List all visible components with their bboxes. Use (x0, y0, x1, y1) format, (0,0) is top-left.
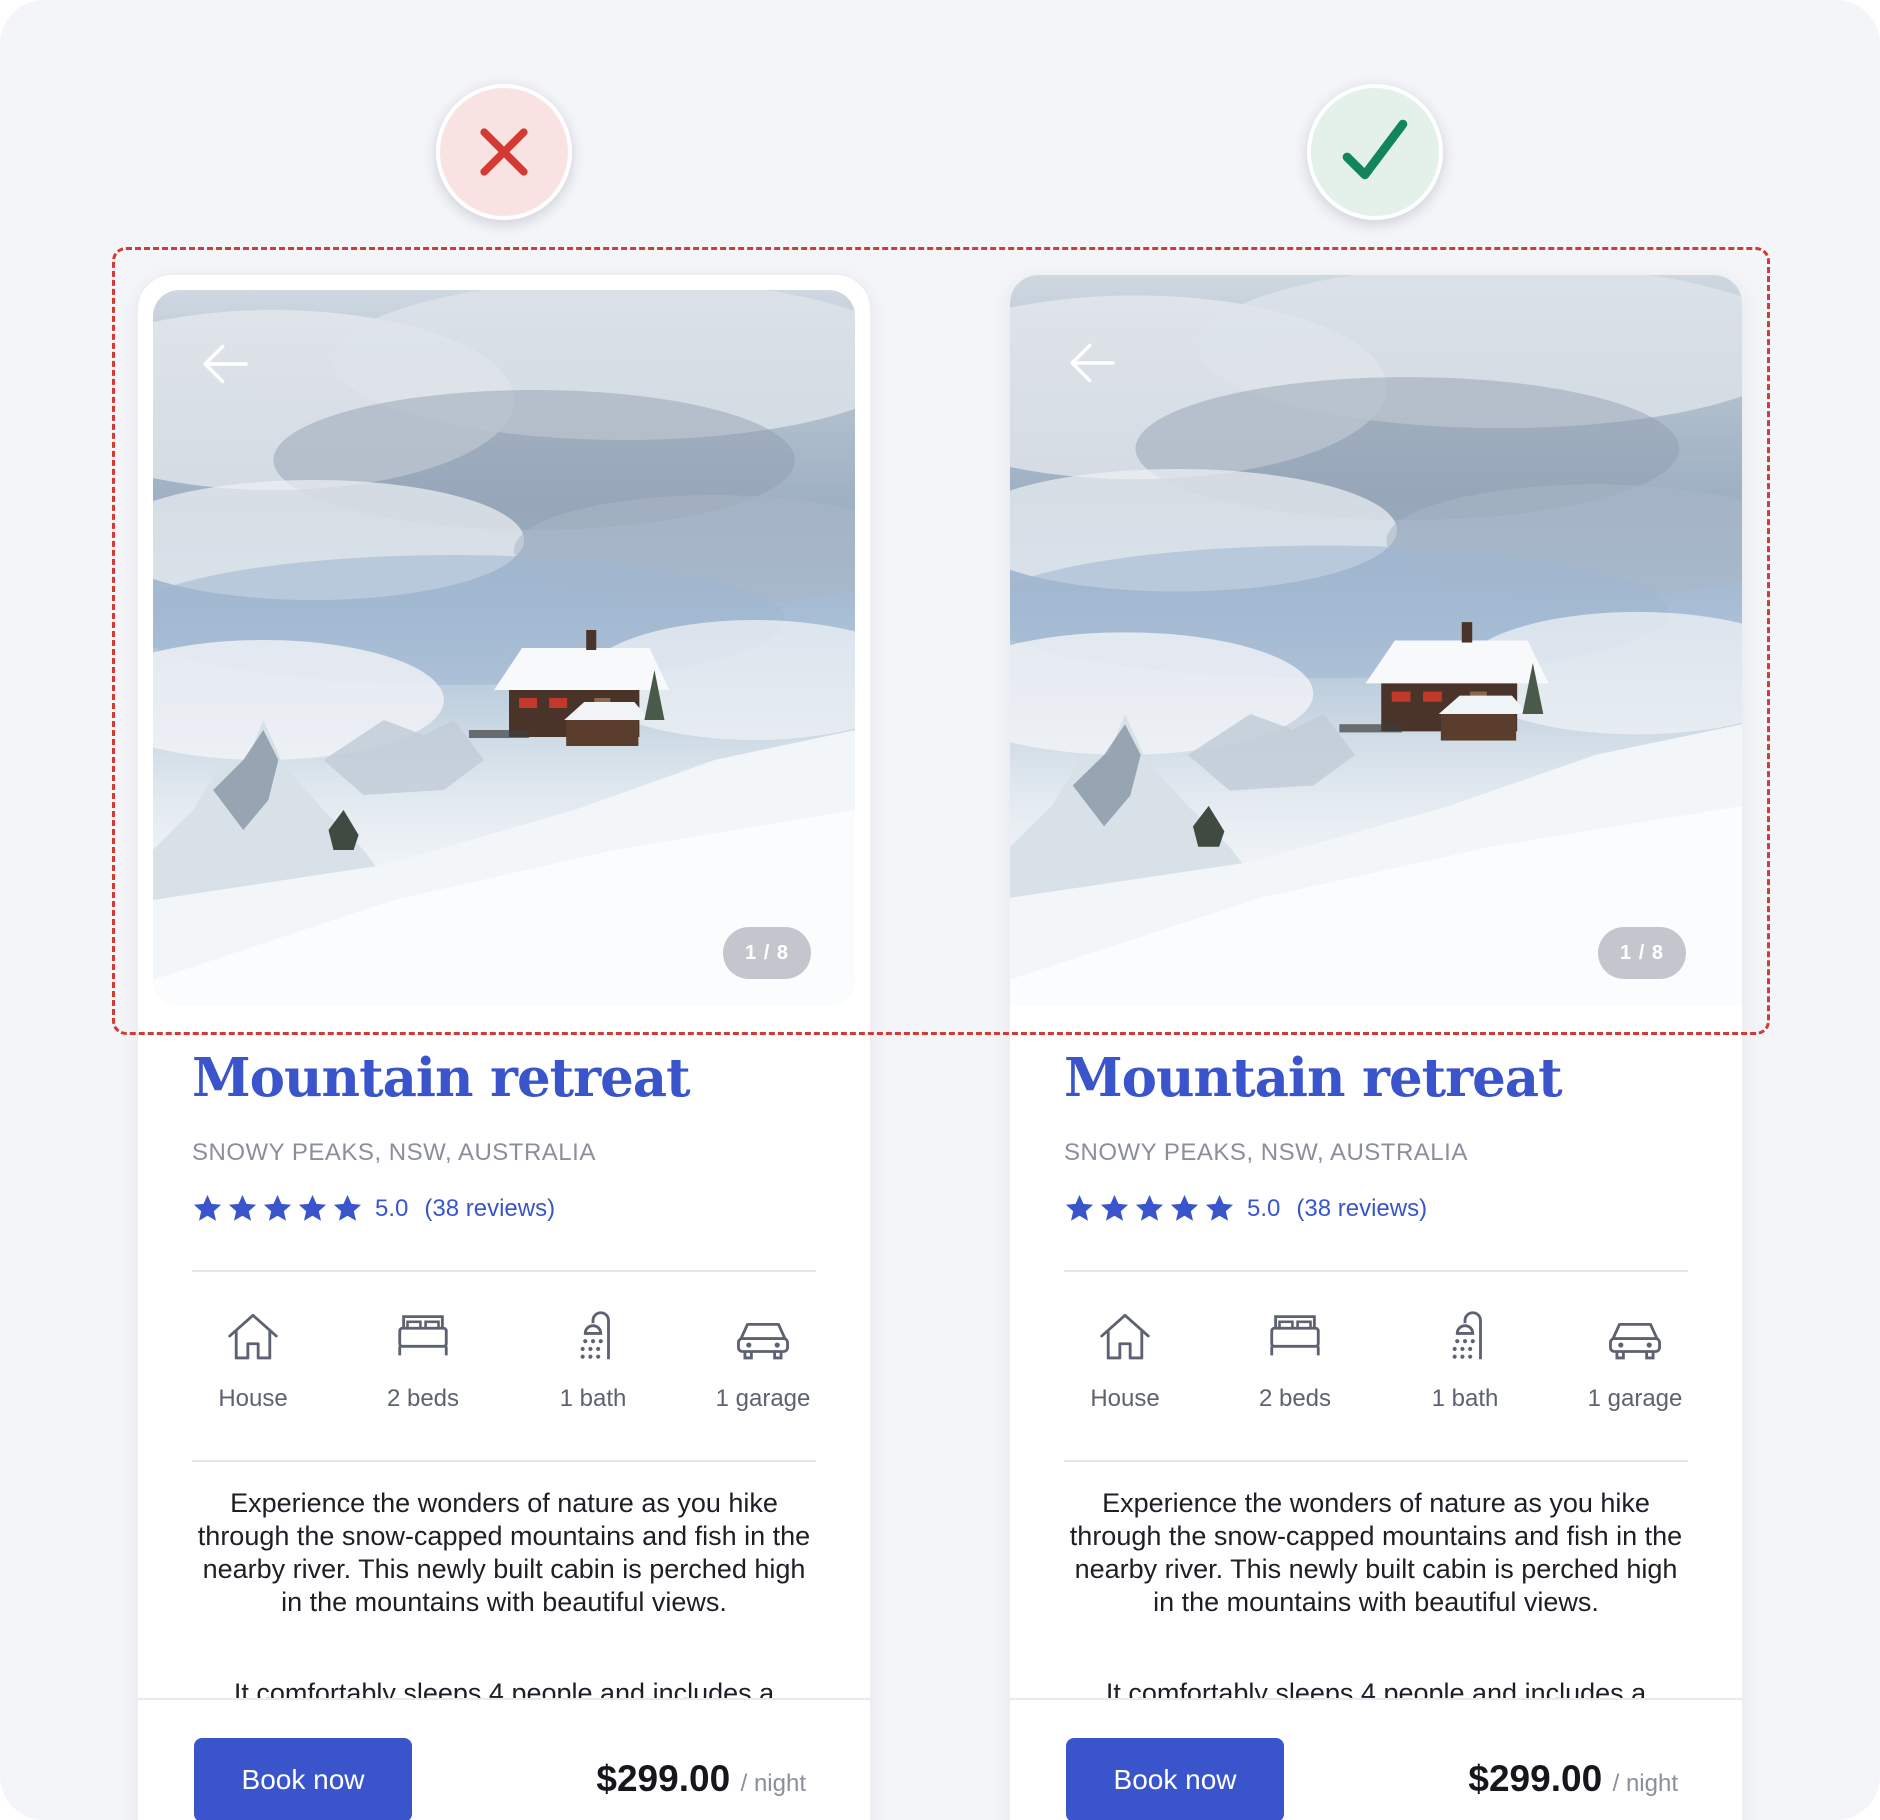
star-icon (1204, 1193, 1235, 1224)
listing-title: Mountain retreat (192, 1047, 691, 1109)
feature-label: 2 beds (1258, 1385, 1332, 1412)
feature-garage: 1 garage (1550, 1305, 1720, 1413)
rating-value: 5.0 (375, 1194, 409, 1222)
price-amount: $299.00 (596, 1758, 731, 1799)
star-icon (1134, 1193, 1165, 1224)
feature-list: House 2 beds 1 bath 1 garage (168, 1305, 848, 1413)
listing-location: SNOWY PEAKS, NSW, AUSTRALIA (192, 1139, 596, 1166)
star-rating (192, 1193, 363, 1224)
listing-description-cut: It comfortably sleeps 4 people and inclu… (233, 1678, 775, 1699)
feature-bath: 1 bath (1380, 1305, 1550, 1413)
incorrect-badge (436, 84, 572, 220)
booking-bar: Book now $299.00 / night (1010, 1698, 1742, 1820)
feature-label: House (218, 1385, 288, 1412)
feature-label: House (1090, 1385, 1160, 1412)
star-icon (332, 1193, 363, 1224)
listing-location: SNOWY PEAKS, NSW, AUSTRALIA (1064, 1139, 1468, 1166)
divider (192, 1270, 816, 1272)
feature-label: 1 garage (1587, 1385, 1683, 1412)
feature-garage: 1 garage (678, 1305, 848, 1413)
close-icon (480, 128, 528, 176)
feature-list: House 2 beds 1 bath 1 garage (1040, 1305, 1720, 1413)
shower-icon (562, 1305, 624, 1367)
bed-icon (1264, 1305, 1326, 1367)
correct-badge (1307, 84, 1443, 220)
listing-card-correct: 1 / 8 Mountain retreat SNOWY PEAKS, NSW,… (1010, 275, 1742, 1820)
star-icon (1099, 1193, 1130, 1224)
mountain-cabin-photo (153, 290, 855, 1006)
feature-beds: 2 beds (1210, 1305, 1380, 1413)
shower-icon (1434, 1305, 1496, 1367)
feature-label: 2 beds (386, 1385, 460, 1412)
star-rating (1064, 1193, 1235, 1224)
feature-label: 1 garage (715, 1385, 811, 1412)
book-now-button[interactable]: Book now (1066, 1738, 1284, 1820)
book-now-button[interactable]: Book now (194, 1738, 412, 1820)
star-icon (1064, 1193, 1095, 1224)
feature-beds: 2 beds (338, 1305, 508, 1413)
feature-house: House (1040, 1305, 1210, 1413)
feature-house: House (168, 1305, 338, 1413)
star-icon (227, 1193, 258, 1224)
price-amount: $299.00 (1468, 1758, 1603, 1799)
listing-card-incorrect: 1 / 8 Mountain retreat SNOWY PEAKS, NSW,… (138, 275, 870, 1820)
feature-bath: 1 bath (508, 1305, 678, 1413)
checkmark-icon (1342, 119, 1408, 180)
rating[interactable]: 5.0 (38 reviews) (1064, 1193, 1427, 1224)
car-icon (732, 1305, 794, 1367)
divider (1064, 1270, 1688, 1272)
price: $299.00 / night (596, 1758, 806, 1800)
price: $299.00 / night (1468, 1758, 1678, 1800)
listing-title: Mountain retreat (1064, 1047, 1563, 1109)
feature-label: 1 bath (559, 1385, 627, 1412)
rating-value: 5.0 (1247, 1194, 1281, 1222)
booking-bar: Book now $299.00 / night (138, 1698, 870, 1820)
price-unit: / night (1612, 1770, 1678, 1797)
listing-photo[interactable]: 1 / 8 (1010, 275, 1742, 1006)
divider (192, 1460, 816, 1462)
feature-label: 1 bath (1431, 1385, 1499, 1412)
star-icon (192, 1193, 223, 1224)
bed-icon (392, 1305, 454, 1367)
listing-description: Experience the wonders of nature as you … (197, 1488, 811, 1617)
image-counter: 1 / 8 (1598, 927, 1686, 979)
car-icon (1604, 1305, 1666, 1367)
back-arrow-icon[interactable] (1064, 335, 1120, 391)
house-icon (1094, 1305, 1156, 1367)
price-unit: / night (740, 1770, 806, 1797)
back-arrow-icon[interactable] (197, 336, 253, 392)
rating[interactable]: 5.0 (38 reviews) (192, 1193, 555, 1224)
comparison-canvas: 1 / 8 Mountain retreat SNOWY PEAKS, NSW,… (0, 0, 1880, 1820)
star-icon (1169, 1193, 1200, 1224)
listing-description: Experience the wonders of nature as you … (1069, 1488, 1683, 1617)
listing-description-cut: It comfortably sleeps 4 people and inclu… (1105, 1678, 1647, 1699)
divider (1064, 1460, 1688, 1462)
image-counter: 1 / 8 (723, 927, 811, 979)
listing-photo[interactable]: 1 / 8 (153, 290, 855, 1006)
star-icon (297, 1193, 328, 1224)
review-count[interactable]: (38 reviews) (424, 1195, 555, 1223)
star-icon (262, 1193, 293, 1224)
review-count[interactable]: (38 reviews) (1296, 1195, 1427, 1223)
house-icon (222, 1305, 284, 1367)
